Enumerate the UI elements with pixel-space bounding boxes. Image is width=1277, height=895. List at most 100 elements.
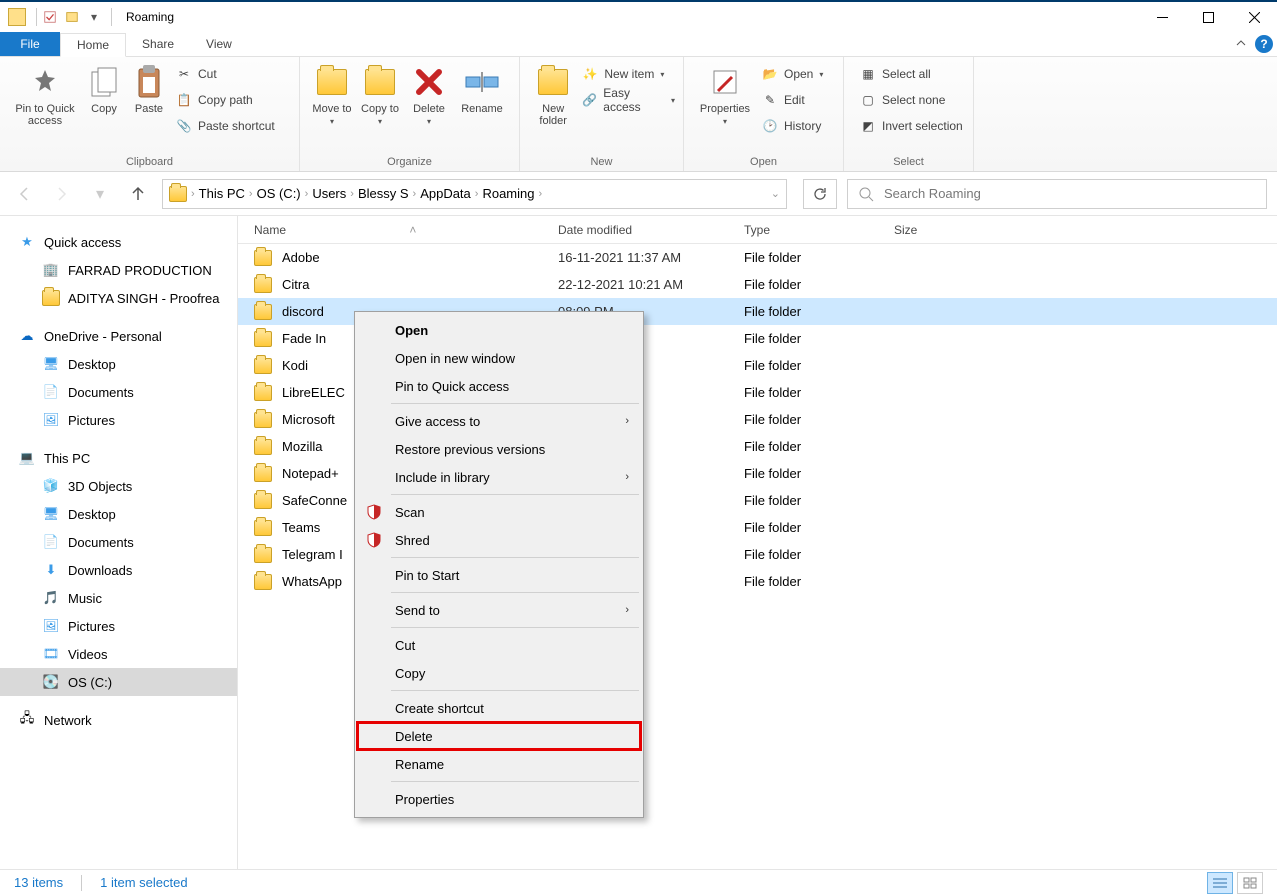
file-type: File folder	[744, 493, 894, 508]
forward-button[interactable]	[48, 180, 76, 208]
minimize-button[interactable]	[1139, 2, 1185, 32]
ctx-shred[interactable]: Shred	[357, 526, 641, 554]
rename-icon	[465, 65, 499, 99]
select-none-button[interactable]: ▢Select none	[860, 89, 963, 111]
chevron-right-icon: ›	[625, 415, 629, 427]
quickaccess-dropdown-icon[interactable]	[63, 8, 81, 26]
desktop-icon: 🖥	[42, 505, 60, 523]
col-name[interactable]: Name ˄	[238, 223, 558, 237]
ctx-scan[interactable]: Scan	[357, 498, 641, 526]
breadcrumb-dropdown-icon[interactable]: ⌄	[771, 187, 780, 200]
tab-home[interactable]: Home	[60, 33, 126, 57]
file-type: File folder	[744, 250, 894, 265]
new-item-button[interactable]: ✨New item ▾	[582, 63, 675, 85]
nav-item[interactable]: 📄Documents	[0, 378, 237, 406]
ctx-send-to[interactable]: Send to›	[357, 596, 641, 624]
ctx-include-library[interactable]: Include in library›	[357, 463, 641, 491]
ribbon-collapse-icon[interactable]	[1231, 32, 1251, 56]
ctx-pin-start[interactable]: Pin to Start	[357, 561, 641, 589]
select-all-button[interactable]: ▦Select all	[860, 63, 963, 85]
paste-shortcut-button[interactable]: 📎Paste shortcut	[176, 115, 275, 137]
nav-item[interactable]: 🖥Desktop	[0, 500, 237, 528]
nav-network[interactable]: 🖧Network	[0, 706, 237, 734]
close-button[interactable]	[1231, 2, 1277, 32]
documents-icon: 📄	[42, 383, 60, 401]
file-type: File folder	[744, 520, 894, 535]
nav-item[interactable]: 🖼Pictures	[0, 612, 237, 640]
open-button[interactable]: 📂Open ▾	[762, 63, 823, 85]
tab-share[interactable]: Share	[126, 32, 190, 56]
ctx-delete[interactable]: Delete	[357, 722, 641, 750]
quickaccess-properties-icon[interactable]	[41, 8, 59, 26]
breadcrumb-folder-icon	[169, 186, 187, 202]
rename-button[interactable]: Rename	[454, 63, 510, 115]
tab-view[interactable]: View	[190, 32, 248, 56]
nav-item[interactable]: 🏢FARRAD PRODUCTION	[0, 256, 237, 284]
ctx-properties[interactable]: Properties	[357, 785, 641, 813]
tab-file[interactable]: File	[0, 32, 60, 56]
ctx-rename[interactable]: Rename	[357, 750, 641, 778]
nav-tree[interactable]: ★Quick access 🏢FARRAD PRODUCTION ADITYA …	[0, 216, 238, 869]
copy-to-button[interactable]: Copy to▾	[356, 63, 404, 126]
maximize-button[interactable]	[1185, 2, 1231, 32]
properties-button[interactable]: Properties▾	[692, 63, 758, 126]
edit-button[interactable]: ✎Edit	[762, 89, 823, 111]
ctx-give-access[interactable]: Give access to›	[357, 407, 641, 435]
file-row[interactable]: Citra22-12-2021 10:21 AMFile folder	[238, 271, 1277, 298]
help-button[interactable]: ?	[1251, 32, 1277, 56]
nav-item[interactable]: 🖥Desktop	[0, 350, 237, 378]
back-button[interactable]	[10, 180, 38, 208]
breadcrumb[interactable]: › This PC› OS (C:)› Users› Blessy S› App…	[162, 179, 787, 209]
nav-this-pc[interactable]: 💻This PC	[0, 444, 237, 472]
folder-icon	[254, 493, 272, 509]
up-button[interactable]	[124, 180, 152, 208]
ctx-cut[interactable]: Cut	[357, 631, 641, 659]
invert-selection-button[interactable]: ◩Invert selection	[860, 115, 963, 137]
nav-quick-access[interactable]: ★Quick access	[0, 228, 237, 256]
history-button[interactable]: 🕑History	[762, 115, 823, 137]
copy-button[interactable]: Copy	[82, 63, 126, 115]
file-row[interactable]: Adobe16-11-2021 11:37 AMFile folder	[238, 244, 1277, 271]
column-headers: Name ˄ Date modified Type Size	[238, 216, 1277, 244]
move-to-button[interactable]: Move to▾	[308, 63, 356, 126]
folder-icon	[254, 466, 272, 482]
ctx-open[interactable]: Open	[357, 316, 641, 344]
nav-item[interactable]: ADITYA SINGH - Proofrea	[0, 284, 237, 312]
new-folder-button[interactable]: New folder	[528, 63, 578, 127]
nav-item[interactable]: 📄Documents	[0, 528, 237, 556]
nav-item[interactable]: 🖼Pictures	[0, 406, 237, 434]
nav-item[interactable]: 🎵Music	[0, 584, 237, 612]
ctx-restore-versions[interactable]: Restore previous versions	[357, 435, 641, 463]
col-type[interactable]: Type	[744, 223, 894, 237]
file-type: File folder	[744, 439, 894, 454]
search-input[interactable]: Search Roaming	[847, 179, 1267, 209]
select-none-icon: ▢	[860, 92, 876, 108]
refresh-button[interactable]	[803, 179, 837, 209]
easy-access-button[interactable]: 🔗Easy access ▾	[582, 89, 675, 111]
copy-path-button[interactable]: 📋Copy path	[176, 89, 275, 111]
new-item-icon: ✨	[582, 66, 598, 82]
large-icons-view-button[interactable]	[1237, 872, 1263, 894]
details-view-button[interactable]	[1207, 872, 1233, 894]
ctx-copy[interactable]: Copy	[357, 659, 641, 687]
ctx-create-shortcut[interactable]: Create shortcut	[357, 694, 641, 722]
delete-button[interactable]: Delete▾	[404, 63, 454, 126]
nav-item-os-c[interactable]: 💽OS (C:)	[0, 668, 237, 696]
nav-onedrive[interactable]: ☁OneDrive - Personal	[0, 322, 237, 350]
nav-item[interactable]: 🧊3D Objects	[0, 472, 237, 500]
cut-button[interactable]: ✂Cut	[176, 63, 275, 85]
ctx-pin-quick-access[interactable]: Pin to Quick access	[357, 372, 641, 400]
paste-button[interactable]: Paste	[126, 63, 172, 115]
titlebar-separator	[36, 8, 37, 26]
recent-locations-button[interactable]: ▾	[86, 180, 114, 208]
col-date[interactable]: Date modified	[558, 223, 744, 237]
folder-icon	[254, 385, 272, 401]
nav-item[interactable]: ⬇Downloads	[0, 556, 237, 584]
group-clipboard-label: Clipboard	[0, 156, 299, 171]
col-size[interactable]: Size	[894, 223, 1277, 237]
pin-to-quick-access-button[interactable]: Pin to Quick access	[8, 63, 82, 127]
nav-item[interactable]: 🎞Videos	[0, 640, 237, 668]
file-date: 22-12-2021 10:21 AM	[558, 277, 744, 292]
quickaccess-caret-icon[interactable]: ▾	[85, 8, 103, 26]
ctx-open-new-window[interactable]: Open in new window	[357, 344, 641, 372]
